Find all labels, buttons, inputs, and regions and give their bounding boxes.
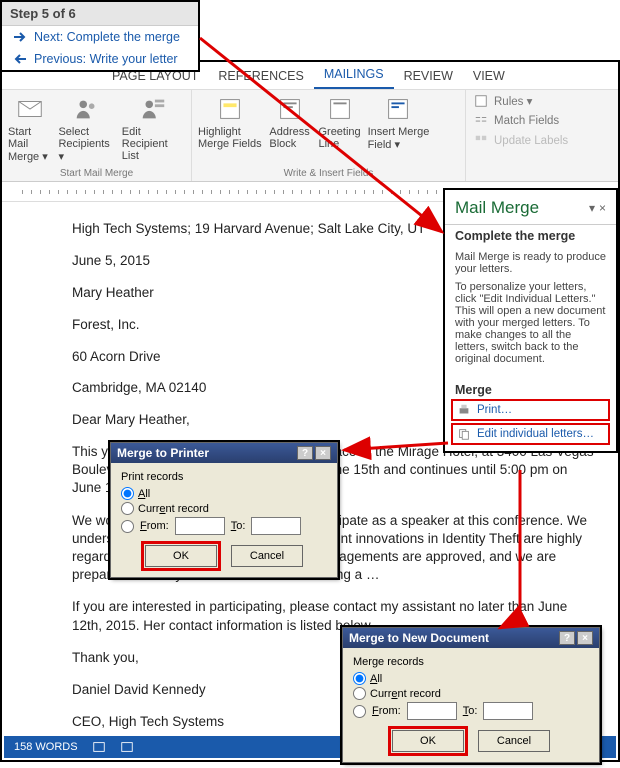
ribbon: Start Mail Merge ▾ Select Recipients ▾ E… (2, 90, 618, 182)
mail-merge-pane: Mail Merge ▾ × Complete the merge Mail M… (443, 188, 618, 453)
match-icon (474, 114, 488, 128)
dlg-print-fieldset-label: Print records (121, 471, 327, 483)
step-next-label: Next: Complete the merge (34, 30, 180, 44)
highlight-merge-fields-button[interactable]: Highlight Merge Fields (198, 94, 262, 151)
step-prev-link[interactable]: Previous: Write your letter (2, 48, 198, 70)
spellcheck-icon[interactable] (92, 740, 106, 754)
tab-mailings[interactable]: MAILINGS (314, 63, 394, 89)
cancel-button[interactable]: Cancel (478, 730, 550, 752)
step-next-link[interactable]: Next: Complete the merge (2, 26, 198, 48)
close-icon[interactable]: × (577, 631, 593, 645)
select-recipients-button[interactable]: Select Recipients ▾ (58, 94, 115, 163)
step-title: Step 5 of 6 (2, 2, 198, 26)
radio-from[interactable]: From: To: (353, 702, 589, 720)
documents-icon (457, 427, 471, 441)
radio-current[interactable]: Current record (121, 502, 327, 515)
ribbon-group-write-label: Write & Insert Fields (198, 166, 459, 179)
mm-edit-letters-link[interactable]: Edit individual letters… (451, 423, 610, 445)
radio-all[interactable]: All (353, 672, 589, 685)
radio-from[interactable]: From: To: (121, 517, 327, 535)
labels-icon (474, 134, 488, 148)
dlg-new-titlebar: Merge to New Document ? × (343, 628, 599, 648)
edit-list-icon (138, 94, 168, 124)
match-fields-button[interactable]: Match Fields (474, 114, 568, 128)
to-input[interactable] (251, 517, 301, 535)
insert-merge-field-button[interactable]: Insert Merge Field ▾ (368, 94, 430, 151)
word-count[interactable]: 158 WORDS (14, 741, 78, 753)
tab-view[interactable]: VIEW (463, 65, 515, 89)
from-input[interactable] (407, 702, 457, 720)
mm-body: Mail Merge is ready to produce your lett… (445, 247, 616, 379)
help-icon[interactable]: ? (559, 631, 575, 645)
greeting-icon (325, 94, 355, 124)
merge-to-new-document-dialog: Merge to New Document ? × Merge records … (340, 625, 602, 765)
tab-review[interactable]: REVIEW (394, 65, 463, 89)
step-prev-label: Previous: Write your letter (34, 52, 178, 66)
ribbon-group-write: Highlight Merge Fields Address Block Gre… (192, 90, 466, 181)
mm-subtitle: Complete the merge (445, 224, 616, 247)
ribbon-group-start: Start Mail Merge ▾ Select Recipients ▾ E… (2, 90, 192, 181)
dlg-new-fieldset-label: Merge records (353, 656, 589, 668)
radio-from-input[interactable] (121, 520, 134, 533)
print-icon (457, 403, 471, 417)
rules-icon (474, 94, 488, 108)
ok-button[interactable]: OK (145, 545, 217, 567)
highlight-icon (215, 94, 245, 124)
macro-icon[interactable] (120, 740, 134, 754)
greeting-line-button[interactable]: Greeting Line (318, 94, 362, 151)
pane-close-icon[interactable]: × (599, 201, 606, 215)
mm-print-link[interactable]: Print… (451, 399, 610, 421)
address-icon (275, 94, 305, 124)
radio-from-input[interactable] (353, 705, 366, 718)
radio-current-input[interactable] (121, 502, 134, 515)
dlg-print-titlebar: Merge to Printer ? × (111, 443, 337, 463)
radio-current-input[interactable] (353, 687, 366, 700)
arrow-left-icon (12, 51, 28, 67)
pane-dropdown-icon[interactable]: ▾ (589, 201, 595, 215)
to-input[interactable] (483, 702, 533, 720)
from-input[interactable] (175, 517, 225, 535)
people-icon (72, 94, 102, 124)
address-block-button[interactable]: Address Block (268, 94, 312, 151)
ribbon-group-start-label: Start Mail Merge (8, 166, 185, 179)
radio-all-input[interactable] (121, 487, 134, 500)
mm-pane-title: Mail Merge ▾ × (445, 190, 616, 224)
radio-all-input[interactable] (353, 672, 366, 685)
start-mail-merge-button[interactable]: Start Mail Merge ▾ (8, 94, 52, 163)
dlg-new-body: Merge records All Current record From: T… (343, 648, 599, 762)
update-labels-button[interactable]: Update Labels (474, 134, 568, 148)
envelope-icon (15, 94, 45, 124)
step-wizard-box: Step 5 of 6 Next: Complete the merge Pre… (0, 0, 200, 72)
merge-field-icon (383, 94, 413, 124)
radio-current[interactable]: Current record (353, 687, 589, 700)
rules-button[interactable]: Rules ▾ (474, 94, 568, 108)
ribbon-group-rules: Rules ▾ Match Fields Update Labels (466, 90, 576, 181)
edit-recipient-list-button[interactable]: Edit Recipient List (122, 94, 185, 163)
merge-to-printer-dialog: Merge to Printer ? × Print records All C… (108, 440, 340, 580)
cancel-button[interactable]: Cancel (231, 545, 303, 567)
radio-all[interactable]: All (121, 487, 327, 500)
help-icon[interactable]: ? (297, 446, 313, 460)
arrow-right-icon (12, 29, 28, 45)
tab-references[interactable]: REFERENCES (208, 65, 313, 89)
mm-merge-label: Merge (445, 379, 616, 397)
dlg-print-body: Print records All Current record From: T… (111, 463, 337, 577)
close-icon[interactable]: × (315, 446, 331, 460)
ok-button[interactable]: OK (392, 730, 464, 752)
